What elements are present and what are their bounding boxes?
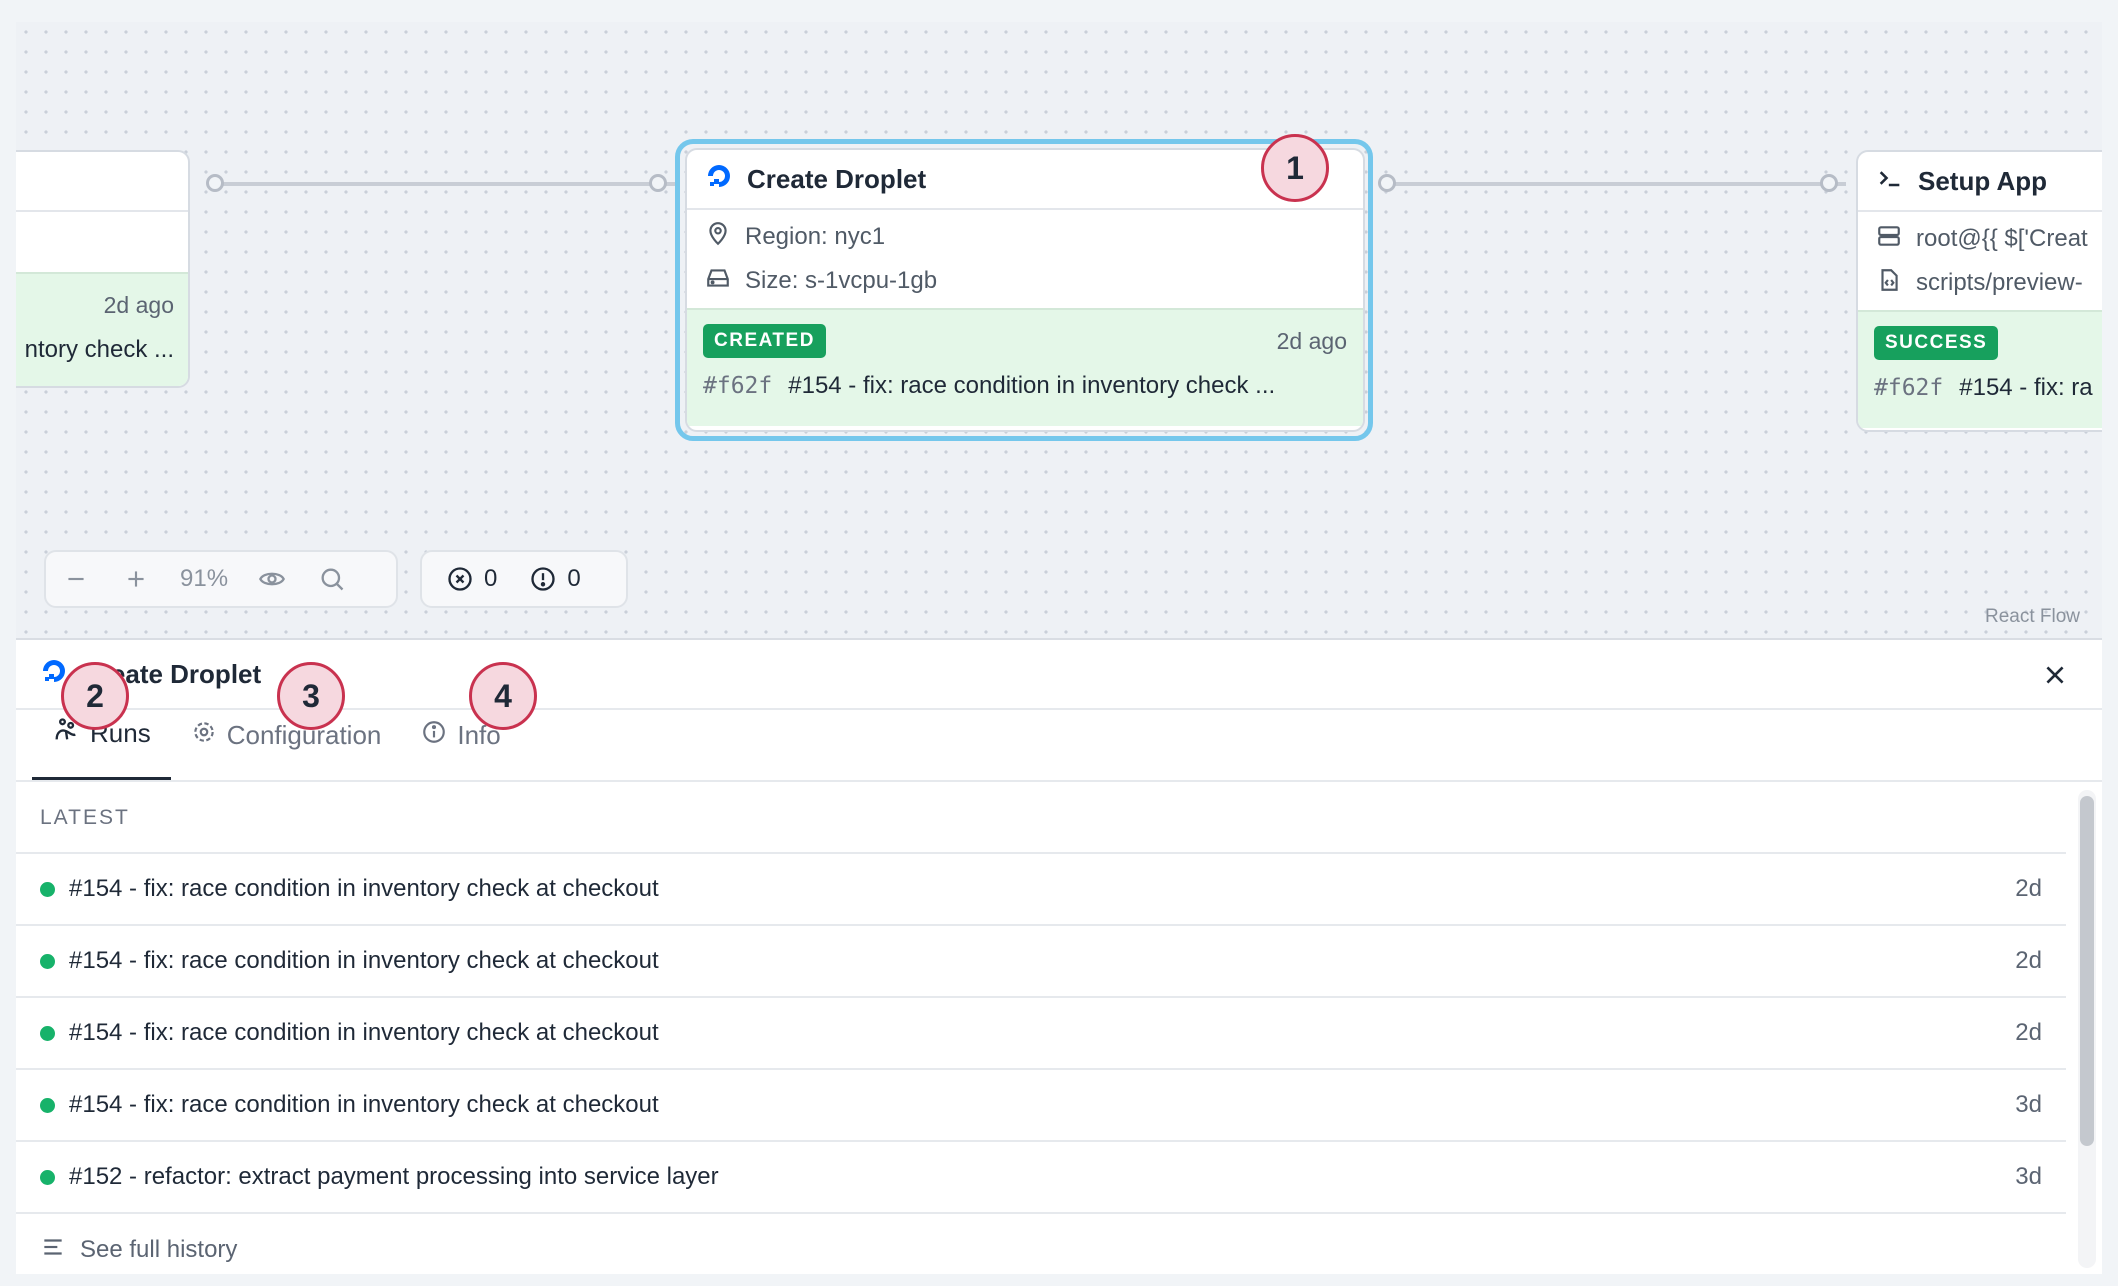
status-badge: CREATED bbox=[703, 324, 826, 358]
node-title: Create Droplet bbox=[747, 163, 927, 194]
commit-sha: #f62f bbox=[703, 373, 773, 399]
flow-canvas[interactable]: 2d ago ntory check ... Create Droplet Re… bbox=[16, 22, 2102, 638]
info-icon bbox=[421, 719, 447, 752]
runs-list: LATEST #154 - fix: race condition in inv… bbox=[16, 784, 2066, 1274]
section-label: LATEST bbox=[16, 784, 2066, 854]
scrollbar-thumb[interactable] bbox=[2080, 796, 2094, 1146]
node-title: Setup App bbox=[1918, 165, 2048, 196]
hard-drive-icon bbox=[705, 265, 731, 298]
run-title: #154 - fix: race condition in inventory … bbox=[69, 947, 659, 974]
node-previous-time: 2d ago bbox=[103, 291, 174, 318]
marker-2: 2 bbox=[61, 662, 129, 730]
node-time: 2d ago bbox=[1276, 327, 1347, 354]
node-setup-app[interactable]: Setup App root@{{ $['Creat scripts/previ… bbox=[1856, 150, 2102, 432]
file-code-icon bbox=[1876, 267, 1902, 300]
error-circle-icon bbox=[448, 567, 472, 591]
warning-circle-icon bbox=[531, 567, 556, 591]
commit-sha: #f62f bbox=[1874, 375, 1944, 401]
node-create-droplet[interactable]: Create Droplet Region: nyc1 Size: s-1vcp… bbox=[685, 148, 1365, 432]
zoom-in-button[interactable] bbox=[106, 552, 166, 606]
handle-in-droplet[interactable] bbox=[649, 174, 667, 192]
marker-1: 1 bbox=[1261, 134, 1329, 202]
run-age: 2d bbox=[2015, 875, 2042, 902]
run-title: #152 - refactor: extract payment process… bbox=[69, 1163, 719, 1190]
success-dot bbox=[40, 1025, 55, 1041]
issues-controls: 0 0 bbox=[420, 550, 628, 608]
close-icon[interactable] bbox=[2038, 658, 2072, 692]
run-title: #154 - fix: race condition in inventory … bbox=[69, 1019, 659, 1046]
run-title: #154 - fix: race condition in inventory … bbox=[69, 1091, 659, 1118]
react-flow-attribution[interactable]: React Flow bbox=[1985, 606, 2080, 628]
panel-scrollbar[interactable] bbox=[2078, 790, 2096, 1268]
node-previous[interactable]: 2d ago ntory check ... bbox=[16, 150, 190, 388]
run-row[interactable]: #154 - fix: race condition in inventory … bbox=[16, 1070, 2066, 1142]
run-age: 3d bbox=[2015, 1091, 2042, 1118]
map-pin-icon bbox=[705, 221, 731, 254]
run-age: 2d bbox=[2015, 947, 2042, 974]
node-host: root@{{ $['Creat bbox=[1916, 225, 2088, 252]
run-age: 2d bbox=[2015, 1019, 2042, 1046]
zoom-controls: 91% bbox=[44, 550, 398, 608]
success-dot bbox=[40, 1169, 55, 1185]
history-label: See full history bbox=[80, 1236, 238, 1263]
commit-message: #154 - fix: race condition in inventory … bbox=[788, 372, 1276, 399]
search-icon[interactable] bbox=[302, 552, 362, 606]
run-title: #154 - fix: race condition in inventory … bbox=[69, 875, 659, 902]
zoom-level: 91% bbox=[180, 565, 229, 592]
handle-in-setup[interactable] bbox=[1820, 174, 1838, 192]
run-row[interactable]: #154 - fix: race condition in inventory … bbox=[16, 998, 2066, 1070]
node-region: Region: nyc1 bbox=[745, 223, 886, 250]
eye-icon[interactable] bbox=[242, 552, 302, 606]
errors-count: 0 bbox=[484, 565, 498, 592]
success-dot bbox=[40, 1097, 55, 1113]
zoom-out-button[interactable] bbox=[46, 552, 106, 606]
node-script: scripts/preview- bbox=[1916, 269, 2083, 296]
marker-4: 4 bbox=[469, 662, 537, 730]
run-age: 3d bbox=[2015, 1163, 2042, 1190]
gear-icon bbox=[191, 719, 217, 752]
errors-button[interactable]: 0 bbox=[422, 565, 521, 593]
node-previous-commit: ntory check ... bbox=[24, 336, 174, 363]
digitalocean-icon bbox=[705, 162, 733, 197]
node-size: Size: s-1vcpu-1gb bbox=[745, 267, 938, 294]
edge-left bbox=[216, 182, 676, 186]
warnings-button[interactable]: 0 bbox=[521, 565, 604, 593]
node-detail-panel: Create Droplet Runs Configuration Info L… bbox=[16, 638, 2102, 1274]
terminal-icon bbox=[1876, 164, 1904, 199]
status-badge: SUCCESS bbox=[1874, 326, 1999, 360]
commit-message: #154 - fix: ra bbox=[1959, 374, 2093, 401]
see-full-history-link[interactable]: See full history bbox=[16, 1214, 2066, 1286]
run-row[interactable]: #152 - refactor: extract payment process… bbox=[16, 1142, 2066, 1214]
handle-out-droplet[interactable] bbox=[1378, 174, 1396, 192]
workflow-editor: 2d ago ntory check ... Create Droplet Re… bbox=[0, 0, 2118, 1286]
handle-out-left[interactable] bbox=[206, 174, 224, 192]
list-icon bbox=[40, 1234, 66, 1267]
edge-right bbox=[1386, 182, 1846, 186]
run-row[interactable]: #154 - fix: race condition in inventory … bbox=[16, 854, 2066, 926]
marker-3: 3 bbox=[277, 662, 345, 730]
warnings-count: 0 bbox=[567, 565, 581, 592]
success-dot bbox=[40, 953, 55, 969]
server-icon bbox=[1876, 223, 1902, 256]
run-row[interactable]: #154 - fix: race condition in inventory … bbox=[16, 926, 2066, 998]
success-dot bbox=[40, 881, 55, 897]
